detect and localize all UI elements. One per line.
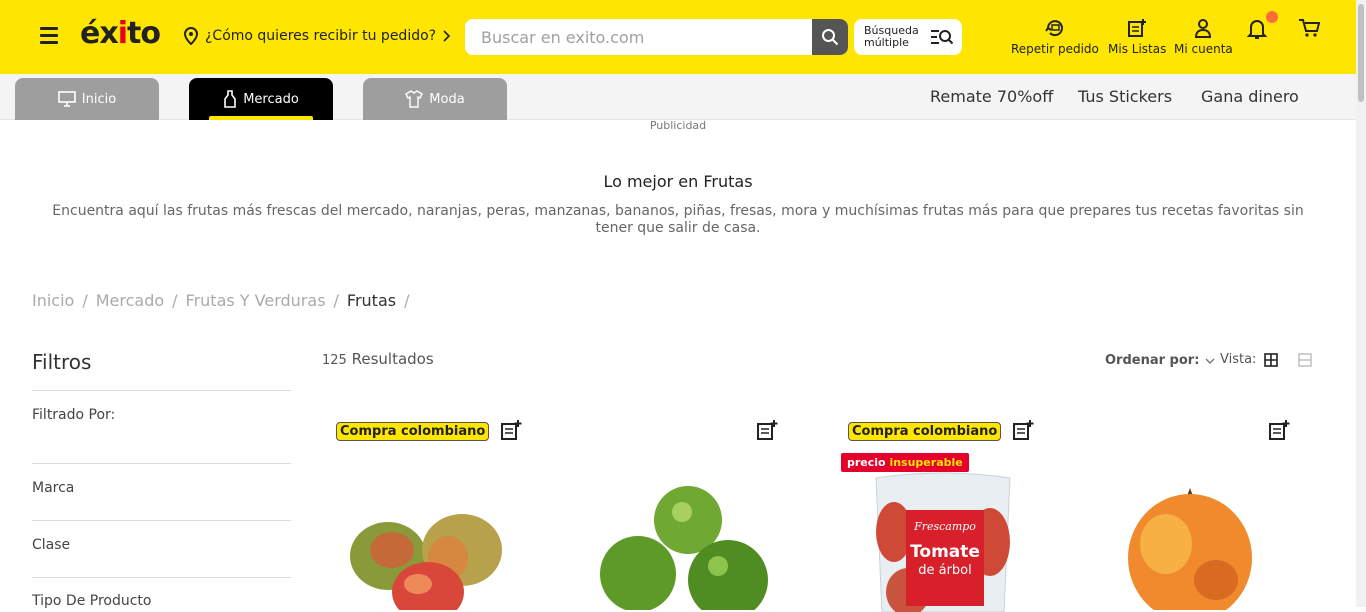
list-search-icon [931,30,954,45]
my-lists-label: Mis Listas [1108,42,1167,56]
sort-dropdown[interactable]: Ordenar por: [1105,353,1215,368]
nav-link-gana-dinero[interactable]: Gana dinero [1201,87,1299,106]
results-number: 125 [322,353,347,368]
filtered-by-label: Filtrado Por: [32,407,116,423]
cart-button[interactable] [1298,18,1320,42]
package-title: Tomate [910,542,980,562]
exito-logo[interactable]: éxito [80,16,161,51]
add-to-list-icon[interactable] [1012,419,1034,441]
category-description: Encuentra aquí las frutas más frescas de… [52,203,1304,236]
shirt-icon [405,90,424,108]
location-pin-icon [183,27,199,45]
my-lists-button[interactable]: Mis Listas [1108,18,1166,56]
breadcrumb-separator: / [82,291,88,310]
tab-inicio[interactable]: Inicio [15,78,159,120]
sort-label: Ordenar por: [1105,353,1200,368]
breadcrumb-current: Frutas [346,291,397,310]
add-to-list-icon[interactable] [756,419,778,441]
product-card[interactable] [1090,410,1330,610]
promo-text-highlight: insuperable [889,456,963,469]
results-label: Resultados [351,350,434,368]
chevron-right-icon [443,30,451,42]
ad-label: Publicidad [649,119,707,132]
scrollbar-thumb[interactable] [1358,4,1364,102]
repeat-cart-icon [1045,20,1063,37]
compra-colombiano-badge: Compra colombiano [848,422,1002,441]
notification-dot [1266,11,1278,23]
tab-moda[interactable]: Moda [363,78,507,120]
search-input[interactable] [465,19,812,55]
results-count: 125 Resultados [322,350,434,368]
list-view-icon[interactable] [1298,352,1313,367]
view-label: Vista: [1220,352,1257,367]
filter-clase[interactable]: Clase [32,537,70,553]
monitor-icon [57,91,76,107]
breadcrumb: Inicio / Mercado / Frutas Y Verduras / Frut… [32,291,409,310]
grid-view-icon[interactable] [1264,352,1279,367]
filter-divider [32,463,291,464]
tab-label: Inicio [81,91,117,107]
compra-colombiano-badge: Compra colombiano [336,422,490,441]
filter-divider [32,390,291,391]
search-bar [465,19,848,55]
my-account-button[interactable]: Mi cuenta [1174,18,1233,56]
view-toggle: Vista: [1220,352,1313,367]
bell-icon [1247,20,1267,39]
tab-mercado[interactable]: Mercado [189,78,333,120]
list-add-icon [1128,19,1147,37]
category-title: Lo mejor en Frutas [603,172,753,191]
breadcrumb-link-mercado[interactable]: Mercado [96,291,164,310]
repeat-order-button[interactable]: Repetir pedido [1011,18,1099,56]
nav-link-remate[interactable]: Remate 70%off [930,87,1053,106]
tab-label: Moda [429,91,465,107]
menu-icon[interactable] [40,27,58,45]
user-icon [1195,19,1212,38]
multi-search-button[interactable]: Búsqueda múltiple [854,19,962,55]
breadcrumb-link-frutas-y-verduras[interactable]: Frutas Y Verduras [186,291,326,310]
filters-title: Filtros [32,350,92,374]
product-image-limes[interactable] [598,470,778,610]
product-card[interactable] [578,410,818,610]
notifications-button[interactable] [1247,18,1267,44]
add-to-list-icon[interactable] [1268,419,1290,441]
repeat-order-label: Repetir pedido [1011,42,1099,56]
delivery-prompt: ¿Cómo quieres recibir tu pedido? [205,28,437,44]
bottle-icon [224,90,237,108]
my-account-label: Mi cuenta [1174,42,1233,56]
scrollbar[interactable] [1356,0,1366,607]
search-button[interactable] [812,19,848,55]
nav-link-stickers[interactable]: Tus Stickers [1078,87,1172,106]
promo-badge: precio insuperable [841,453,969,472]
product-card[interactable]: Compra colombiano [322,410,562,610]
header: éxito ¿Cómo quieres recibir tu pedido? B… [0,0,1366,74]
package-brand: Frescampo [914,520,976,533]
filter-marca[interactable]: Marca [32,480,74,496]
product-image-mango[interactable] [348,470,508,610]
cart-icon [1299,19,1320,37]
breadcrumb-link-inicio[interactable]: Inicio [32,291,74,310]
delivery-selector[interactable]: ¿Cómo quieres recibir tu pedido? [183,27,451,45]
chevron-down-icon [1205,358,1215,364]
package-subtitle: de árbol [918,563,972,578]
product-card[interactable]: Compra colombiano precio insuperable Fre… [834,410,1074,612]
product-image-mango-single[interactable] [1120,488,1260,610]
add-to-list-icon[interactable] [500,419,522,441]
tab-label: Mercado [243,91,299,107]
filter-divider [32,577,291,578]
search-icon [822,29,839,46]
breadcrumb-separator: / [172,291,178,310]
breadcrumb-separator: / [404,291,410,310]
filter-divider [32,520,291,521]
promo-text: precio [847,456,886,469]
breadcrumb-separator: / [333,291,339,310]
